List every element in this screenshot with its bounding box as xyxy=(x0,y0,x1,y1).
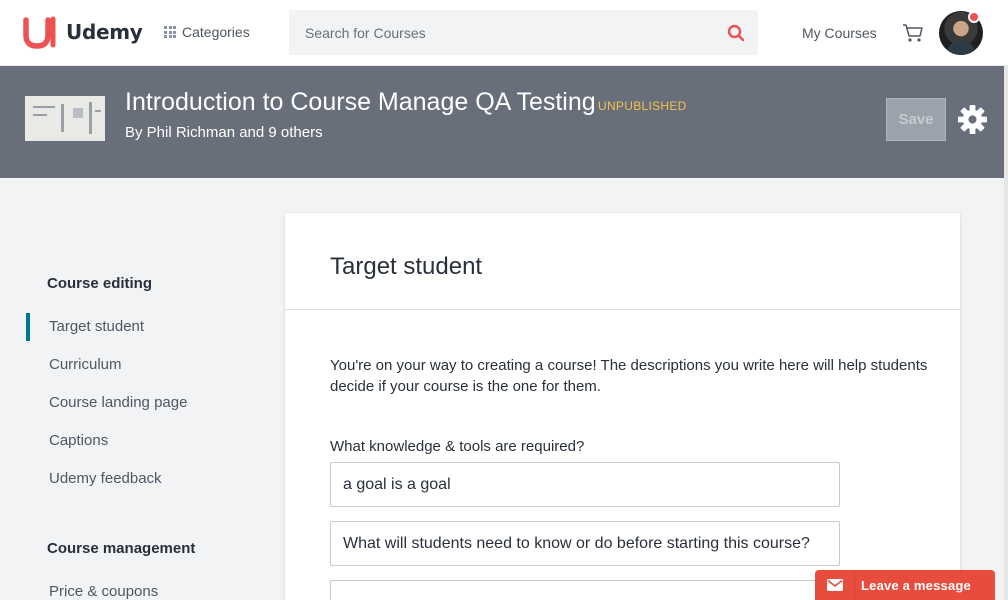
requirement-field-3 xyxy=(330,580,840,600)
categories-label: Categories xyxy=(182,24,250,40)
save-button[interactable]: Save xyxy=(886,98,946,141)
requirement-input-2[interactable] xyxy=(331,522,839,565)
course-title: Introduction to Course Manage QA Testing xyxy=(125,88,596,116)
course-header: Introduction to Course Manage QA Testing… xyxy=(0,66,1008,178)
intro-text: You're on your way to creating a course!… xyxy=(330,357,928,395)
status-badge: UNPUBLISHED xyxy=(598,99,687,113)
sidebar-item-price-coupons[interactable]: Price & coupons xyxy=(49,583,158,600)
sidebar-item-curriculum[interactable]: Curriculum xyxy=(49,356,122,373)
avatar-image xyxy=(947,41,975,55)
notification-dot xyxy=(968,11,980,23)
scrollbar[interactable] xyxy=(1004,66,1008,600)
search-icon[interactable] xyxy=(726,23,746,43)
page-title: Target student xyxy=(330,253,483,280)
gear-icon[interactable] xyxy=(957,104,988,135)
leave-message-button[interactable]: Leave a message xyxy=(815,570,995,600)
sidebar: Course editing Target student Curriculum… xyxy=(0,178,270,600)
categories-menu[interactable]: Categories xyxy=(164,24,250,40)
panel-divider xyxy=(285,309,960,310)
course-byline: By Phil Richman and 9 others xyxy=(125,124,323,141)
search-bar xyxy=(289,10,758,55)
leave-message-label: Leave a message xyxy=(861,577,971,593)
top-navigation: Udemy Categories My Courses xyxy=(0,0,1008,66)
sidebar-heading-course-management: Course management xyxy=(47,540,196,557)
udemy-logo-icon xyxy=(23,16,56,49)
cart-icon[interactable] xyxy=(902,22,924,44)
search-input[interactable] xyxy=(289,10,758,55)
active-indicator xyxy=(26,313,30,341)
mail-icon xyxy=(815,570,855,600)
requirement-input-1[interactable] xyxy=(331,463,839,506)
sidebar-item-udemy-feedback[interactable]: Udemy feedback xyxy=(49,470,162,487)
requirement-field-2 xyxy=(330,521,840,566)
course-thumbnail xyxy=(25,96,105,141)
requirements-label: What knowledge & tools are required? xyxy=(330,438,585,455)
brand-name: Udemy xyxy=(66,20,143,44)
target-student-panel: Target student You're on your way to cre… xyxy=(285,213,960,600)
sidebar-item-target-student[interactable]: Target student xyxy=(49,318,144,335)
sidebar-item-course-landing-page[interactable]: Course landing page xyxy=(49,394,187,411)
sidebar-item-captions[interactable]: Captions xyxy=(49,432,108,449)
udemy-logo[interactable]: Udemy xyxy=(20,15,143,49)
requirement-field-1 xyxy=(330,462,840,507)
my-courses-link[interactable]: My Courses xyxy=(802,25,877,41)
requirement-input-3[interactable] xyxy=(331,581,839,600)
sidebar-heading-course-editing: Course editing xyxy=(47,275,153,292)
grid-icon xyxy=(164,26,176,38)
